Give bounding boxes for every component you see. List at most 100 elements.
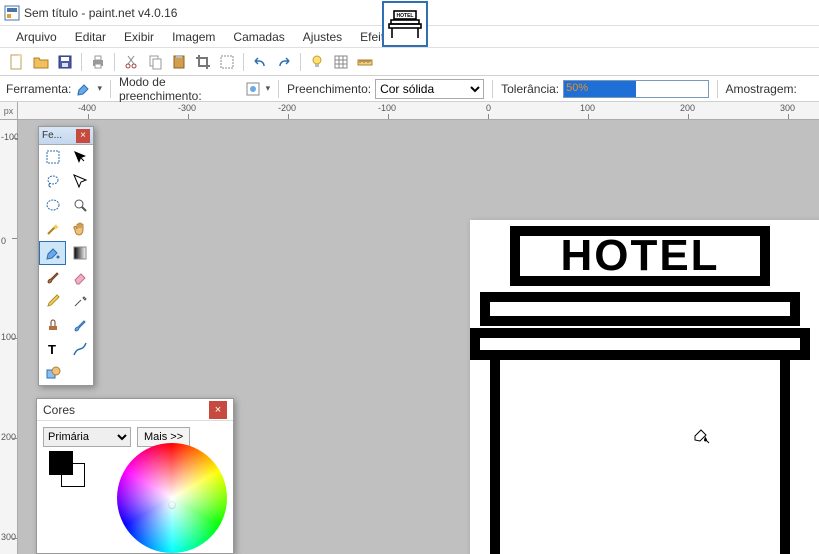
cut-button[interactable]	[120, 51, 142, 73]
ruler-button[interactable]	[354, 51, 376, 73]
tool-ellipse-select[interactable]	[39, 193, 66, 217]
document-thumbnail[interactable]: HOTEL	[382, 1, 428, 47]
tools-window[interactable]: Fe... × T	[38, 126, 94, 386]
grid-button[interactable]	[330, 51, 352, 73]
tool-pencil[interactable]	[39, 289, 66, 313]
colors-window-title: Cores	[43, 403, 75, 417]
separator	[717, 80, 718, 98]
fill-label: Preenchimento:	[287, 82, 371, 96]
tool-recolor[interactable]	[66, 313, 93, 337]
dropdown-arrow-icon[interactable]: ▾	[98, 83, 103, 94]
hotel-body	[490, 360, 790, 554]
hotel-thumb-icon: HOTEL	[388, 10, 422, 38]
colors-window-titlebar[interactable]: Cores ×	[37, 399, 233, 421]
tolerance-label: Tolerância:	[501, 82, 559, 96]
tool-zoom[interactable]	[66, 193, 93, 217]
paint-bucket-cursor-icon	[692, 426, 710, 444]
menu-camadas[interactable]: Camadas	[225, 28, 292, 46]
separator	[300, 53, 301, 71]
ruler-tick: 300	[1, 532, 16, 542]
primary-color-swatch[interactable]	[49, 451, 73, 475]
ruler-corner: px	[0, 102, 18, 120]
horizontal-ruler: -400 -300 -200 -100 0 100 200 300	[18, 102, 819, 120]
colors-window[interactable]: Cores × Primária Mais >>	[36, 398, 234, 554]
paste-button[interactable]	[168, 51, 190, 73]
save-button[interactable]	[54, 51, 76, 73]
ruler-tick: 0	[486, 103, 491, 113]
vertical-ruler: -100 0 100 200 300	[0, 120, 18, 554]
undo-button[interactable]	[249, 51, 271, 73]
tools-grid: T	[39, 145, 93, 385]
menu-imagem[interactable]: Imagem	[164, 28, 223, 46]
tool-clone-stamp[interactable]	[39, 313, 66, 337]
tool-move-selected[interactable]	[66, 145, 93, 169]
tool-gradient[interactable]	[66, 241, 93, 265]
tool-brush[interactable]	[39, 265, 66, 289]
ruler-tick: 100	[580, 103, 595, 113]
ruler-tick: -100	[1, 132, 19, 142]
tool-rect-select[interactable]	[39, 145, 66, 169]
tool-empty	[66, 361, 93, 385]
hotel-text: HOTEL	[560, 231, 719, 281]
thumb-label: HOTEL	[397, 13, 414, 19]
color-wheel[interactable]	[117, 443, 227, 553]
tool-pan[interactable]	[66, 217, 93, 241]
sampling-label: Amostragem:	[725, 82, 796, 96]
tool-color-picker[interactable]	[66, 289, 93, 313]
ruler-tick: -200	[278, 103, 296, 113]
dropdown-arrow-icon[interactable]: ▾	[266, 83, 271, 94]
tolerance-value: 50%	[566, 82, 588, 94]
hotel-band-upper	[480, 292, 800, 326]
current-tool-icon[interactable]	[75, 79, 93, 99]
tool-move-selection[interactable]	[66, 169, 93, 193]
close-icon[interactable]: ×	[209, 401, 227, 419]
ruler-tick: -100	[378, 103, 396, 113]
tools-window-title: Fe...	[42, 130, 62, 141]
close-icon[interactable]: ×	[76, 129, 90, 143]
color-which-select[interactable]: Primária	[43, 427, 131, 447]
ruler-tick: 0	[1, 236, 6, 246]
app-icon	[4, 5, 20, 21]
ruler-tick: -300	[178, 103, 196, 113]
tool-line[interactable]	[66, 337, 93, 361]
sampling-icon[interactable]	[801, 79, 819, 99]
menu-arquivo[interactable]: Arquivo	[8, 28, 65, 46]
window-title: Sem título - paint.net v4.0.16	[24, 6, 177, 20]
separator	[114, 53, 115, 71]
tools-window-titlebar[interactable]: Fe... ×	[39, 127, 93, 145]
crop-button[interactable]	[192, 51, 214, 73]
new-button[interactable]	[6, 51, 28, 73]
ruler-tick: 200	[680, 103, 695, 113]
tool-options-bar: Ferramenta: ▾ Modo de preenchimento: ▾ P…	[0, 76, 819, 102]
hotel-sign: HOTEL	[510, 226, 770, 286]
tool-paint-bucket[interactable]	[39, 241, 66, 265]
canvas-page[interactable]: HOTEL	[470, 220, 819, 554]
tool-eraser[interactable]	[66, 265, 93, 289]
menu-exibir[interactable]: Exibir	[116, 28, 162, 46]
fill-select[interactable]: Cor sólida	[375, 79, 484, 99]
svg-text:T: T	[48, 342, 56, 357]
fillmode-icon[interactable]	[243, 79, 261, 99]
separator	[110, 80, 111, 98]
tool-magic-wand[interactable]	[39, 217, 66, 241]
tool-label: Ferramenta:	[6, 82, 71, 96]
lightbulb-button[interactable]	[306, 51, 328, 73]
ruler-tick: 200	[1, 432, 16, 442]
menu-ajustes[interactable]: Ajustes	[295, 28, 350, 46]
hotel-band-lower	[470, 328, 810, 360]
separator	[243, 53, 244, 71]
print-button[interactable]	[87, 51, 109, 73]
copy-button[interactable]	[144, 51, 166, 73]
color-wheel-indicator[interactable]	[168, 501, 176, 509]
tolerance-slider[interactable]: 50%	[563, 80, 708, 98]
ruler-tick: 100	[1, 332, 16, 342]
tool-shapes[interactable]	[39, 361, 66, 385]
tool-text[interactable]: T	[39, 337, 66, 361]
deselect-button[interactable]	[216, 51, 238, 73]
tool-lasso[interactable]	[39, 169, 66, 193]
main-toolbar	[0, 48, 819, 76]
open-button[interactable]	[30, 51, 52, 73]
menu-editar[interactable]: Editar	[67, 28, 114, 46]
redo-button[interactable]	[273, 51, 295, 73]
document-thumbnail-strip: HOTEL	[382, 0, 428, 48]
